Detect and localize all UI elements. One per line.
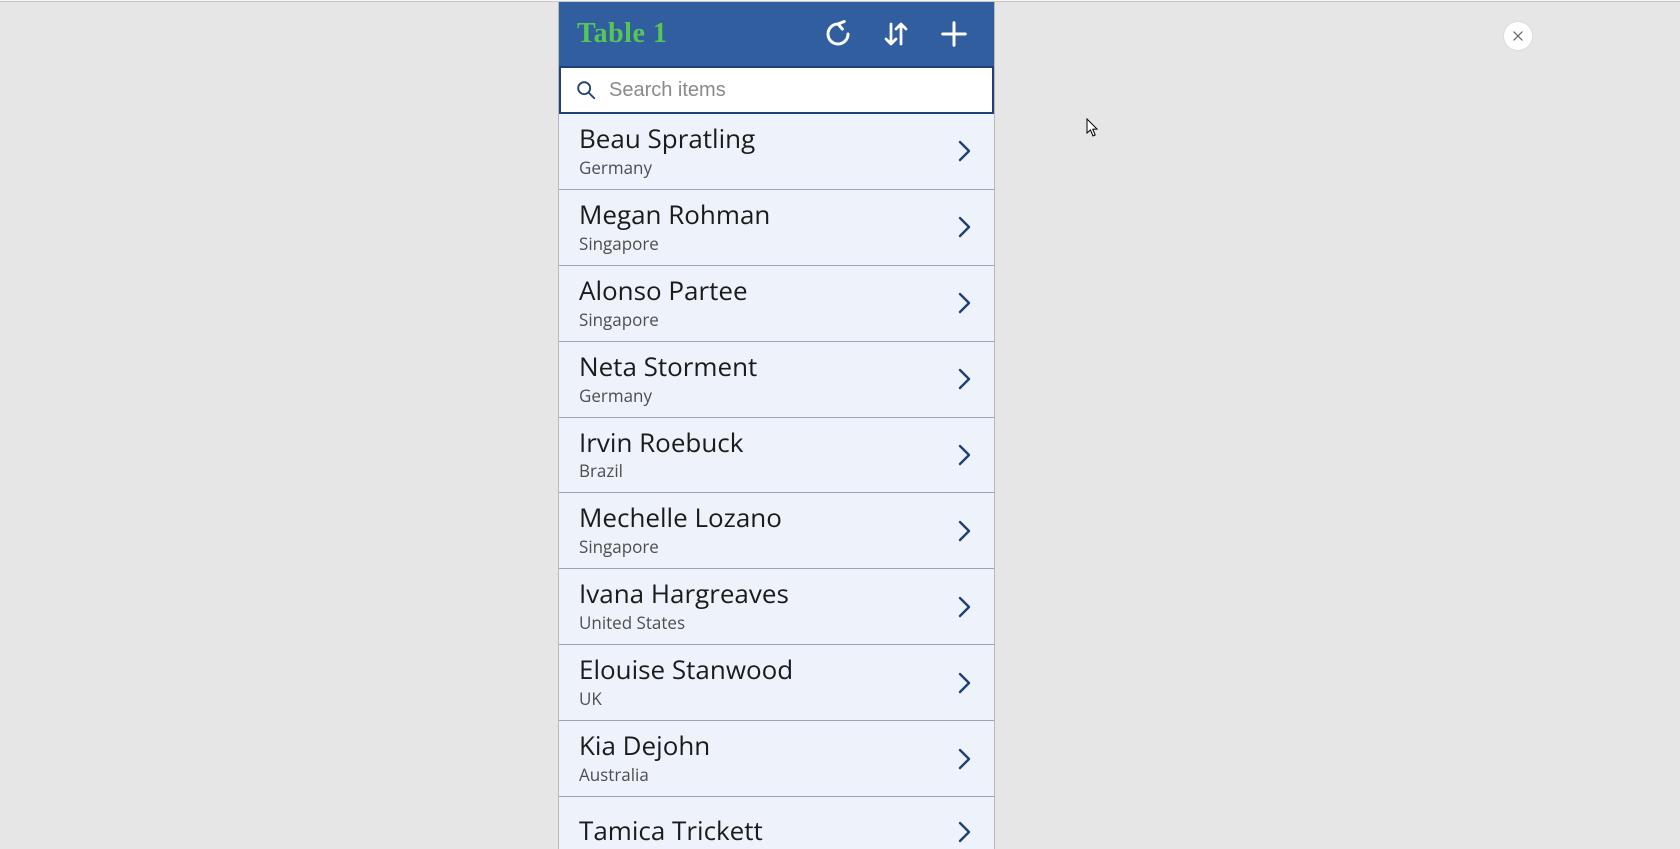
list-item-name: Irvin Roebuck xyxy=(579,428,952,458)
list-item-name: Megan Rohman xyxy=(579,200,952,230)
plus-icon xyxy=(939,19,969,49)
chevron-right-icon xyxy=(952,291,976,315)
list-item-country: Australia xyxy=(579,763,952,786)
chevron-right-icon xyxy=(952,139,976,163)
list-item-name: Neta Storment xyxy=(579,352,952,382)
search-container xyxy=(559,66,994,114)
list-item[interactable]: Ivana HargreavesUnited States xyxy=(559,569,994,645)
search-input[interactable] xyxy=(609,79,978,102)
list-item[interactable]: Tamica Trickett xyxy=(559,797,994,849)
list-item-texts: Kia DejohnAustralia xyxy=(579,731,952,786)
search-box[interactable] xyxy=(559,66,994,114)
list-item-texts: Megan RohmanSingapore xyxy=(579,200,952,255)
list-item-texts: Mechelle LozanoSingapore xyxy=(579,503,952,558)
list-item-texts: Ivana HargreavesUnited States xyxy=(579,579,952,634)
list-item-texts: Tamica Trickett xyxy=(579,816,952,848)
chevron-right-icon xyxy=(952,820,976,844)
list-item-name: Ivana Hargreaves xyxy=(579,579,952,609)
chevron-right-icon xyxy=(952,367,976,391)
refresh-icon xyxy=(823,19,853,49)
list-item-name: Tamica Trickett xyxy=(579,816,952,846)
add-button[interactable] xyxy=(932,12,976,56)
list-item-country: United States xyxy=(579,611,952,634)
list-item[interactable]: Elouise StanwoodUK xyxy=(559,645,994,721)
chevron-right-icon xyxy=(952,595,976,619)
list-item[interactable]: Alonso ParteeSingapore xyxy=(559,266,994,342)
list-item-name: Mechelle Lozano xyxy=(579,503,952,533)
refresh-button[interactable] xyxy=(816,12,860,56)
chevron-right-icon xyxy=(952,519,976,543)
list-item[interactable]: Beau SpratlingGermany xyxy=(559,114,994,190)
chevron-right-icon xyxy=(952,671,976,695)
chevron-right-icon xyxy=(952,443,976,467)
list-item-country: Singapore xyxy=(579,535,952,558)
sort-icon xyxy=(881,19,911,49)
list-item-country: Germany xyxy=(579,384,952,407)
list-item-name: Kia Dejohn xyxy=(579,731,952,761)
list-item-texts: Irvin RoebuckBrazil xyxy=(579,428,952,483)
app-title: Table 1 xyxy=(577,18,802,50)
close-icon xyxy=(1511,29,1525,43)
app-panel: Table 1 Beau Sprat xyxy=(558,2,995,849)
list-item[interactable]: Irvin RoebuckBrazil xyxy=(559,418,994,494)
list-item[interactable]: Megan RohmanSingapore xyxy=(559,190,994,266)
chevron-right-icon xyxy=(952,215,976,239)
list-item[interactable]: Mechelle LozanoSingapore xyxy=(559,493,994,569)
search-icon xyxy=(575,79,597,101)
list-item-texts: Elouise StanwoodUK xyxy=(579,655,952,710)
list-item-country: Brazil xyxy=(579,459,952,482)
list-item-country: Singapore xyxy=(579,308,952,331)
list-item-texts: Neta StormentGermany xyxy=(579,352,952,407)
chevron-right-icon xyxy=(952,747,976,771)
list-item-country: UK xyxy=(579,687,952,710)
sort-button[interactable] xyxy=(874,12,918,56)
list-item-name: Elouise Stanwood xyxy=(579,655,952,685)
list-item-name: Alonso Partee xyxy=(579,276,952,306)
list-item[interactable]: Kia DejohnAustralia xyxy=(559,721,994,797)
list-item-country: Germany xyxy=(579,156,952,179)
list-item[interactable]: Neta StormentGermany xyxy=(559,342,994,418)
list-item-name: Beau Spratling xyxy=(579,124,952,154)
list-item-country: Singapore xyxy=(579,232,952,255)
list-item-texts: Beau SpratlingGermany xyxy=(579,124,952,179)
close-button[interactable] xyxy=(1504,22,1532,50)
list-item-texts: Alonso ParteeSingapore xyxy=(579,276,952,331)
mouse-cursor-icon xyxy=(1086,118,1100,138)
app-header: Table 1 xyxy=(559,2,994,66)
items-list: Beau SpratlingGermanyMegan RohmanSingapo… xyxy=(559,114,994,849)
